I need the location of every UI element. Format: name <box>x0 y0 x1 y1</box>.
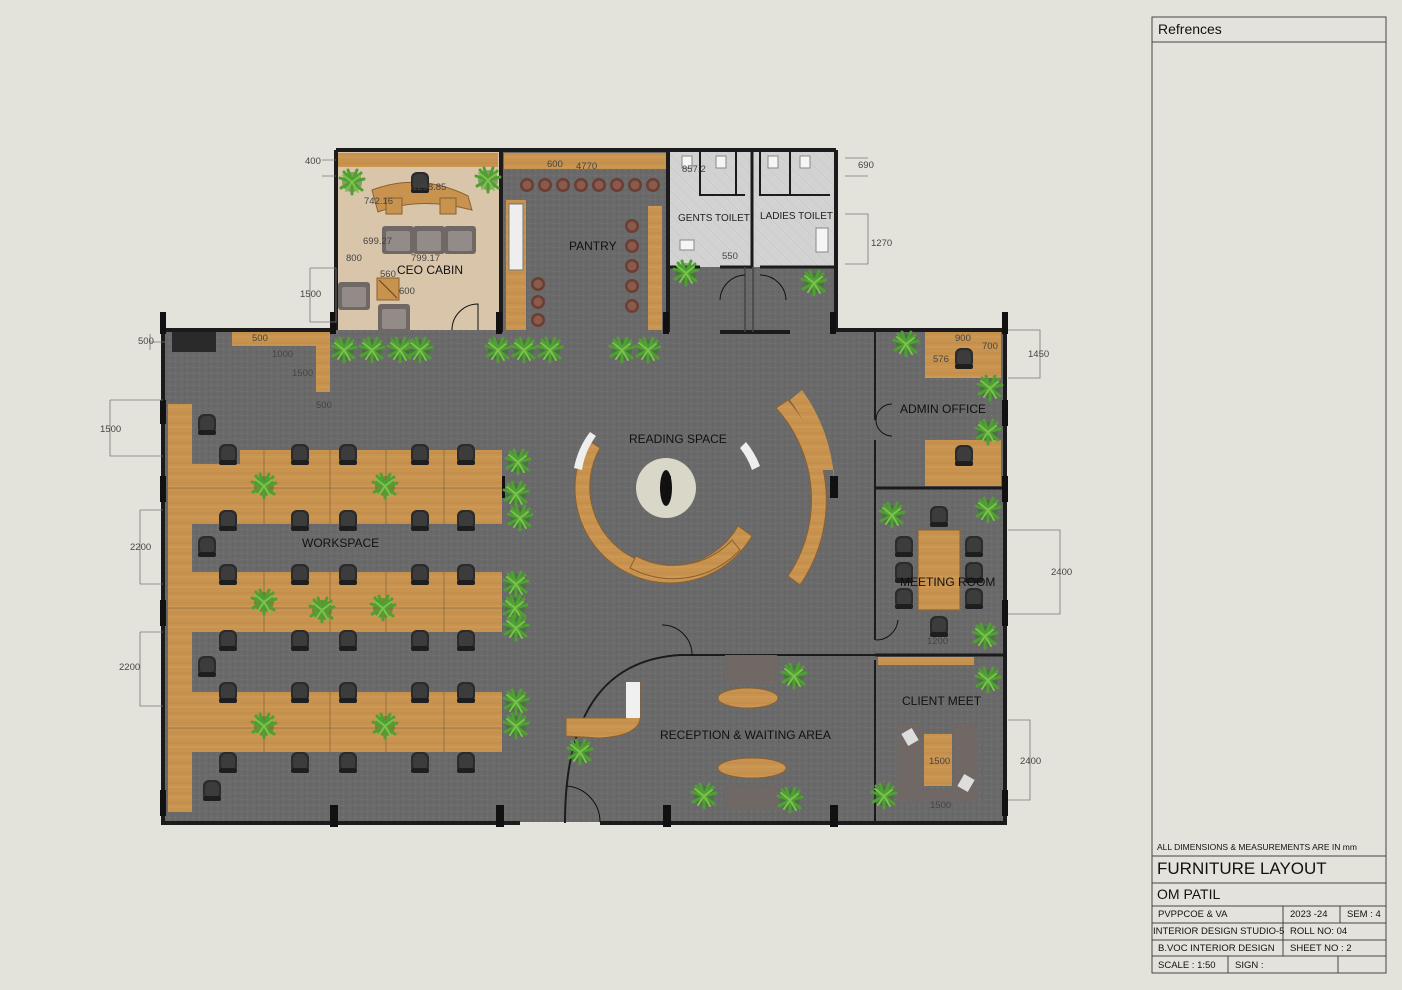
floor-plan-sheet <box>109 16 1387 974</box>
title-block <box>1151 16 1387 974</box>
client-meet-furniture <box>898 724 978 802</box>
